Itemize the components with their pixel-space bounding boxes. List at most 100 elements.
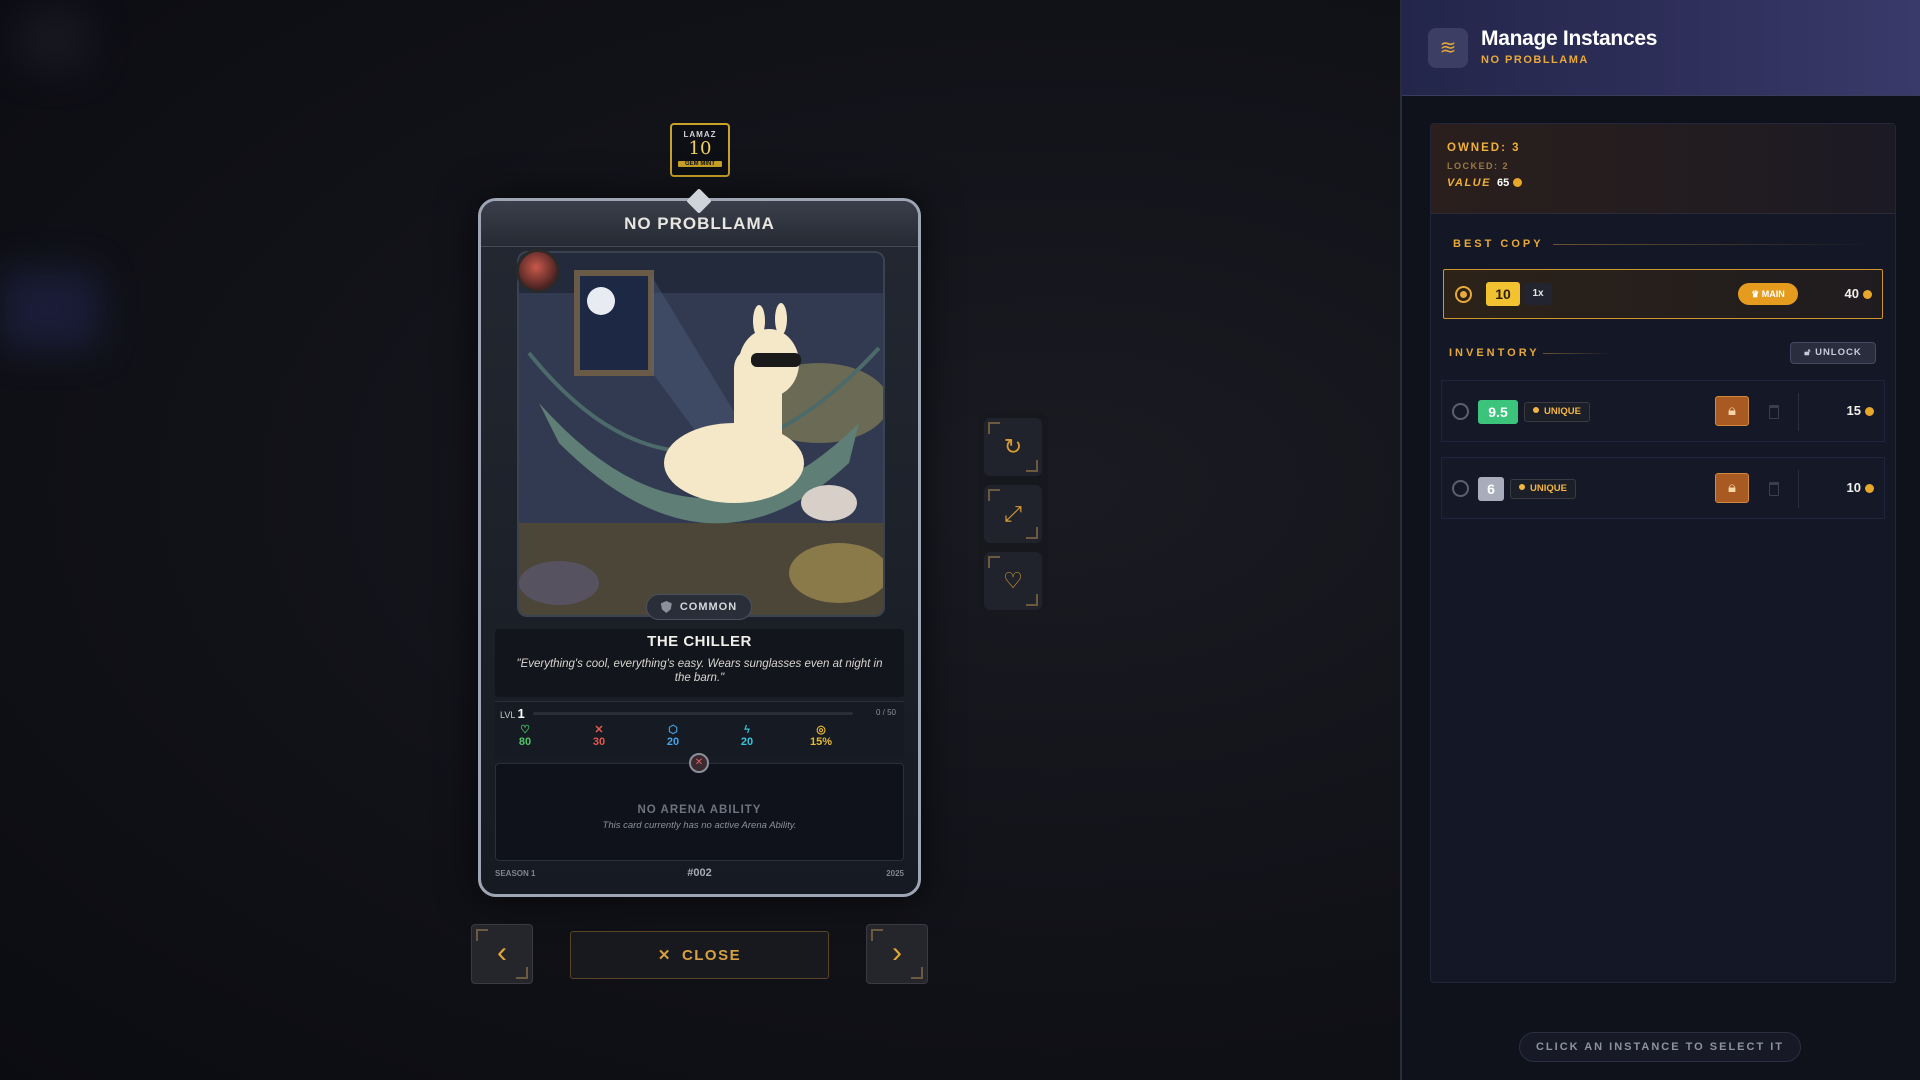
panel-header: ≋ Manage Instances NO PROBLLAMA [1402, 0, 1920, 96]
instance-grade: 6 [1478, 477, 1504, 501]
coin-icon [1863, 290, 1872, 299]
inventory-divider [1543, 353, 1613, 354]
grade-value: 10 [688, 138, 712, 159]
locked-value: 2 [1502, 161, 1510, 171]
panel-subtitle: NO PROBLLAMA [1481, 54, 1589, 66]
stat-heart: ♡ 80 [505, 724, 545, 748]
character-quote: "Everything's cool, everything's easy. W… [516, 658, 883, 684]
panel-title: Manage Instances [1481, 27, 1658, 50]
unique-badge: UNIQUE [1510, 479, 1576, 499]
instance-radio[interactable] [1452, 403, 1469, 420]
ability-box: NO ARENA ABILITY This card currently has… [495, 763, 904, 861]
selection-hint: CLICK AN INSTANCE TO SELECT IT [1519, 1032, 1801, 1062]
card-year: 2025 [886, 869, 904, 878]
rarity-shield-icon [660, 601, 672, 613]
panel-body: OWNED: 3 LOCKED: 2 VALUE 65 BEST COPY 10 … [1430, 123, 1896, 983]
stat-value: 80 [518, 736, 532, 748]
coin-icon [1865, 407, 1874, 416]
level-indicator: LVL 1 [500, 706, 525, 721]
level-label: LVL [500, 710, 516, 720]
unlock-button[interactable]: 🔓︎ UNLOCK [1790, 342, 1876, 364]
row-divider [1798, 470, 1799, 508]
instance-value-amount: 40 [1844, 286, 1859, 301]
instance-multiplier: 1x [1524, 283, 1552, 305]
unique-badge: UNIQUE [1524, 402, 1590, 422]
inventory-row[interactable]: 6 UNIQUE 🔒︎ 10 [1441, 457, 1885, 519]
heart-icon: ♡ [520, 724, 530, 736]
llama-illustration [519, 253, 883, 615]
rarity-badge: COMMON [646, 594, 752, 620]
rotate-button[interactable]: ↻ [984, 418, 1042, 476]
card: NO PROBLLAMA THE CHILLER "Everything's c… [478, 198, 921, 897]
next-card-button[interactable]: › [866, 924, 928, 984]
stat-swords: ✕ 30 [579, 724, 619, 748]
lock-icon: 🔒︎ [1728, 479, 1736, 496]
lore-box: THE CHILLER "Everything's cool, everythi… [495, 629, 904, 697]
instance-value-amount: 10 [1846, 480, 1861, 495]
row-divider [1798, 393, 1799, 431]
close-label: CLOSE [681, 946, 742, 964]
close-button[interactable]: ✕ CLOSE [570, 931, 829, 979]
character-name: THE CHILLER [647, 633, 752, 650]
unlock-label: UNLOCK [1815, 347, 1862, 358]
main-badge-label: MAIN [1761, 289, 1785, 299]
background-blur-2 [0, 270, 100, 350]
chevron-left-icon: ‹ [497, 936, 507, 969]
heart-icon: ♡ [1003, 568, 1023, 593]
expand-button[interactable]: ⤢ [984, 485, 1042, 543]
stat-shield: ⬡ 20 [653, 724, 693, 748]
instance-grade: 10 [1486, 282, 1520, 306]
instance-radio-selected[interactable] [1455, 286, 1472, 303]
inventory-row[interactable]: 9.5 UNIQUE 🔒︎ 15 [1441, 380, 1885, 442]
grade-badge: LAMAZ 10 GEM MINT [670, 123, 730, 177]
favorite-button[interactable]: ♡ [984, 552, 1042, 610]
manage-instances-panel: ≋ Manage Instances NO PROBLLAMA OWNED: 3… [1400, 0, 1920, 1080]
stat-value: 20 [666, 736, 680, 748]
trash-icon[interactable] [1769, 482, 1779, 496]
chevron-right-icon: › [892, 936, 902, 969]
layers-icon: ≋ [1428, 28, 1468, 68]
rotate-icon: ↻ [1003, 434, 1023, 459]
instance-value: 15 [1847, 403, 1874, 418]
instance-value: 40 [1845, 286, 1872, 301]
ability-title: NO ARENA ABILITY [637, 804, 762, 816]
lock-button[interactable]: 🔒︎ [1715, 396, 1749, 426]
expand-icon: ⤢ [1004, 501, 1022, 526]
ability-description: This card currently has no active Arena … [602, 820, 797, 831]
crit-icon: ◎ [816, 724, 826, 736]
no-ability-icon: ✕ [689, 753, 709, 773]
trash-icon[interactable] [1769, 405, 1779, 419]
stat-value: 20 [740, 736, 754, 748]
coin-icon [1513, 178, 1523, 187]
xp-text: 0 / 50 [875, 708, 896, 717]
coin-icon [1865, 484, 1874, 493]
stat-value: 30 [592, 736, 606, 748]
card-number: #002 [687, 867, 712, 879]
bolt-icon: ϟ [744, 724, 750, 736]
owned-count: OWNED: 3 [1447, 142, 1521, 154]
instance-value-amount: 15 [1846, 403, 1861, 418]
previous-card-button[interactable]: ‹ [471, 924, 533, 984]
lock-button[interactable]: 🔒︎ [1715, 473, 1749, 503]
best-copy-divider [1553, 244, 1873, 245]
xp-bar [533, 712, 853, 715]
shield-icon: ⬡ [668, 724, 678, 736]
value-amount: 65 [1496, 177, 1510, 189]
value-label: VALUE [1447, 177, 1491, 189]
best-copy-row[interactable]: 10 1x ♛ MAIN 40 [1443, 269, 1883, 319]
character-token-icon [516, 249, 560, 293]
locked-label: LOCKED: [1447, 161, 1499, 171]
stat-bolt: ϟ 20 [727, 724, 767, 748]
instance-radio[interactable] [1452, 480, 1469, 497]
grade-label: GEM MINT [678, 161, 722, 167]
level-value: 1 [517, 706, 525, 721]
locked-count: LOCKED: 2 [1447, 161, 1879, 171]
main-badge: ♛ MAIN [1738, 283, 1798, 305]
stat-crit: ◎ 15% [801, 724, 841, 748]
stats-bar: LVL 1 0 / 50 ♡ 80 ✕ 30 ⬡ 20 ϟ 20 ◎ 15% [495, 701, 904, 757]
rarity-label: COMMON [679, 601, 738, 613]
instance-value: 10 [1847, 480, 1874, 495]
lock-icon: 🔒︎ [1728, 402, 1736, 419]
instance-grade: 9.5 [1478, 400, 1518, 424]
ownership-summary: OWNED: 3 LOCKED: 2 VALUE 65 [1431, 124, 1895, 214]
